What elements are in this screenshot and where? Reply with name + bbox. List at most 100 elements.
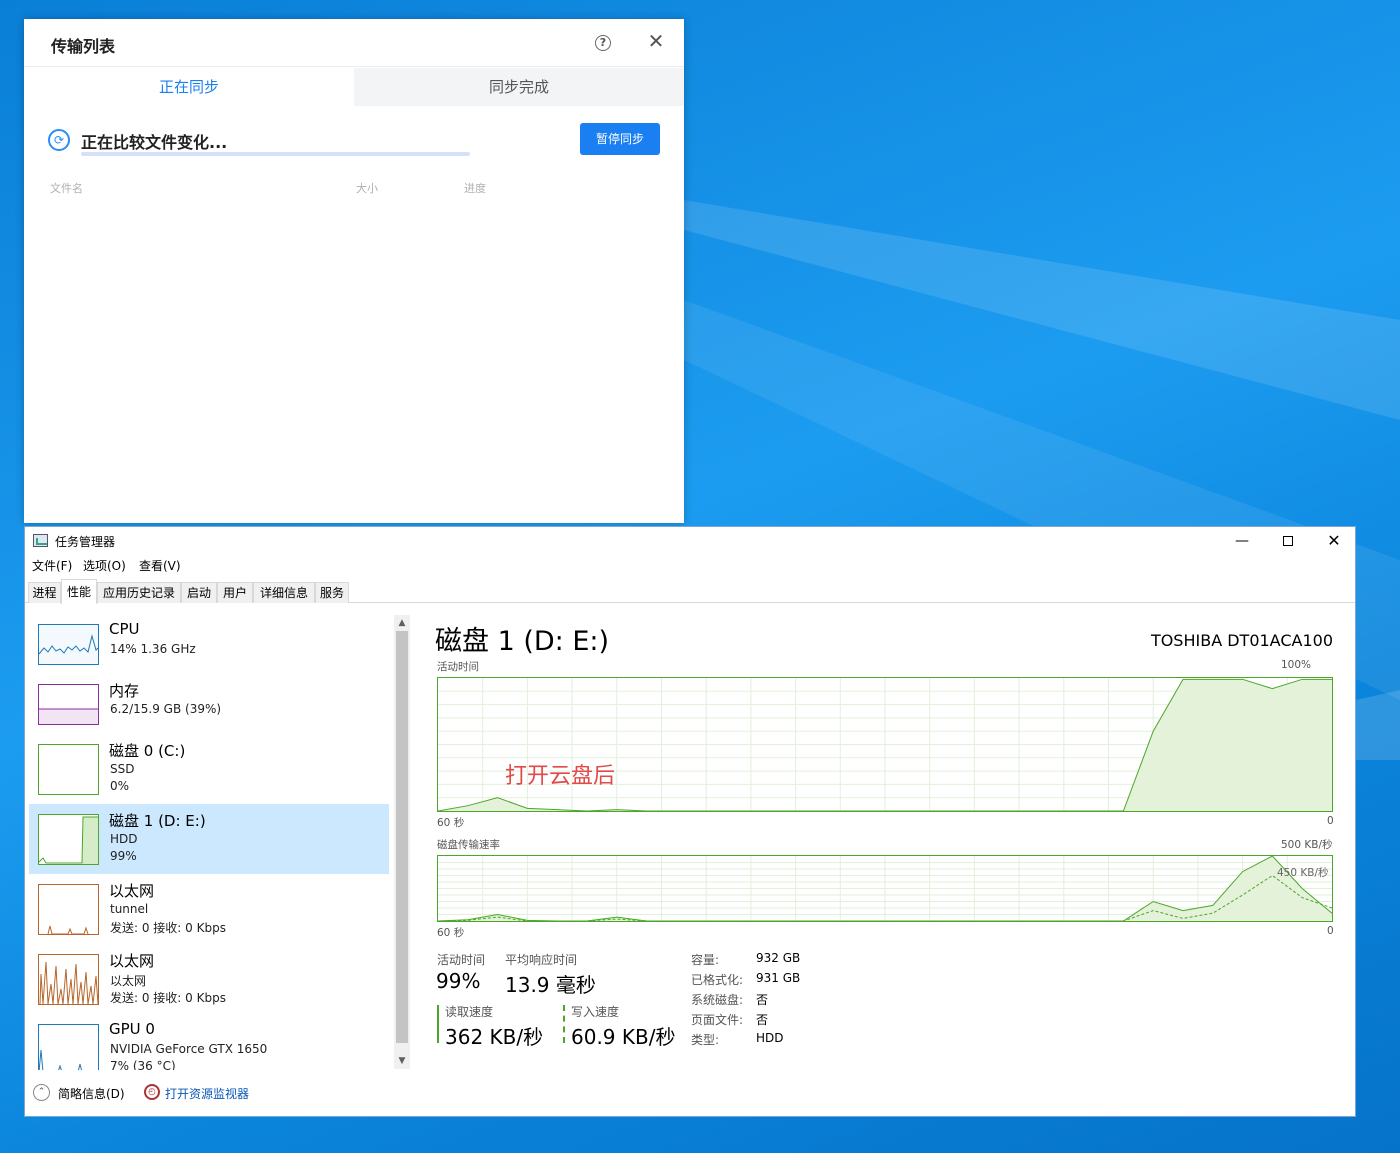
open-resource-monitor-link[interactable]: 打开资源监视器: [165, 1085, 249, 1102]
tab-app-history[interactable]: 应用历史记录: [97, 582, 181, 603]
sidebar-item-gpu[interactable]: GPU 0 NVIDIA GeForce GTX 1650 7% (36 °C): [29, 1014, 389, 1070]
close-button[interactable]: ✕: [1311, 527, 1357, 555]
transfer-list-window: 传输列表 ? ✕ 正在同步 同步完成 ⟳ 正在比较文件变化... 暂停同步 文件…: [24, 19, 684, 523]
task-manager-icon: [33, 534, 48, 547]
window-title: 任务管理器: [55, 535, 116, 549]
info-key-capacity: 容量:: [691, 953, 720, 967]
disk-model: TOSHIBA DT01ACA100: [1150, 631, 1333, 650]
sidebar-item-detail: 以太网: [110, 974, 147, 988]
sidebar-item-detail: 6.2/15.9 GB (39%): [110, 702, 222, 716]
sidebar-scrollbar[interactable]: ▲ ▼: [394, 615, 410, 1069]
transfer-rate-chart: [437, 855, 1333, 922]
info-key-formatted: 已格式化:: [691, 973, 744, 987]
scroll-thumb[interactable]: [396, 631, 408, 1043]
read-speed-indicator: [437, 1005, 439, 1043]
tab-syncing[interactable]: 正在同步: [24, 68, 354, 106]
tab-details[interactable]: 详细信息: [253, 582, 315, 603]
sidebar-item-name: 以太网: [109, 952, 155, 970]
write-speed-indicator: [563, 1005, 565, 1043]
maximize-button[interactable]: [1265, 527, 1311, 555]
transfer-chart-mid-label: 450 KB/秒: [1277, 867, 1329, 879]
transfer-chart-left-axis: 60 秒: [437, 927, 465, 939]
minimize-button[interactable]: —: [1219, 527, 1265, 555]
sidebar-item-name: 以太网: [109, 882, 155, 900]
sidebar-item-name: 磁盘 0 (C:): [109, 742, 186, 760]
info-key-system-disk: 系统磁盘:: [691, 993, 744, 1007]
sidebar-item-detail: NVIDIA GeForce GTX 1650: [110, 1042, 268, 1056]
scroll-up-icon[interactable]: ▲: [394, 615, 410, 631]
activity-chart-max: 100%: [1281, 659, 1312, 671]
disk-1-thumbnail: [38, 814, 99, 865]
sidebar-item-throughput: 发送: 0 接收: 0 Kbps: [110, 921, 226, 935]
disk-0-thumbnail: [38, 744, 99, 795]
info-value-capacity: 932 GB: [756, 951, 801, 965]
disk-title: 磁盘 1 (D: E:): [435, 626, 610, 657]
sidebar-item-detail: HDD: [110, 832, 138, 846]
sidebar-item-throughput: 发送: 0 接收: 0 Kbps: [110, 991, 226, 1005]
info-value-page-file: 否: [756, 1013, 769, 1027]
sidebar-item-detail: 14% 1.36 GHz: [110, 642, 196, 656]
active-time-value: 99%: [436, 969, 481, 993]
info-key-page-file: 页面文件:: [691, 1013, 744, 1027]
tab-processes[interactable]: 进程: [28, 582, 61, 603]
write-speed-value: 60.9 KB/秒: [571, 1025, 676, 1049]
column-header-size[interactable]: 大小: [356, 180, 378, 196]
tab-bar: 进程 性能 应用历史记录 启动 用户 详细信息 服务: [25, 579, 1355, 604]
read-speed-value: 362 KB/秒: [445, 1025, 544, 1049]
transfer-window-header: 传输列表 ? ✕: [24, 19, 684, 67]
sidebar-item-disk-0[interactable]: 磁盘 0 (C:) SSD 0%: [29, 734, 389, 804]
activity-chart-right-axis: 0: [1327, 815, 1334, 827]
scroll-down-icon[interactable]: ▼: [394, 1053, 410, 1069]
ethernet-tunnel-thumbnail: [38, 884, 99, 935]
gpu-thumbnail: [38, 1024, 99, 1070]
info-value-type: HDD: [756, 1031, 784, 1045]
memory-thumbnail: [38, 684, 99, 725]
column-header-progress[interactable]: 进度: [464, 180, 486, 196]
transfer-chart-right-axis: 0: [1327, 925, 1334, 937]
sidebar-item-detail: tunnel: [110, 902, 149, 916]
task-manager-window: 任务管理器 — ✕ 文件(F) 选项(O) 查看(V) 进程 性能 应用历史记录…: [24, 526, 1356, 1117]
transfer-chart-max: 500 KB/秒: [1281, 839, 1333, 851]
sidebar-item-name: 内存: [109, 682, 140, 700]
sidebar-item-name: 磁盘 1 (D: E:): [109, 812, 206, 830]
info-value-formatted: 931 GB: [756, 971, 801, 985]
sidebar-item-usage: 7% (36 °C): [110, 1059, 176, 1070]
chevron-up-icon[interactable]: ⌃: [33, 1084, 50, 1101]
sidebar-item-disk-1[interactable]: 磁盘 1 (D: E:) HDD 99%: [29, 804, 389, 874]
active-time-label: 活动时间: [437, 953, 486, 967]
title-bar[interactable]: 任务管理器 — ✕: [25, 527, 1355, 555]
help-icon[interactable]: ?: [595, 35, 611, 51]
maximize-icon: [1283, 536, 1293, 546]
fewer-details-button[interactable]: 简略信息(D): [58, 1085, 125, 1102]
tab-users[interactable]: 用户: [217, 582, 253, 603]
sidebar-item-name: CPU: [109, 620, 140, 638]
info-key-type: 类型:: [691, 1033, 720, 1047]
menu-options[interactable]: 选项(O): [83, 557, 126, 574]
annotation-text: 打开云盘后: [505, 764, 616, 789]
sync-status-text: 正在比较文件变化...: [81, 133, 228, 152]
sidebar-item-ethernet-tunnel[interactable]: 以太网 tunnel 发送: 0 接收: 0 Kbps: [29, 874, 389, 944]
sidebar-item-ethernet[interactable]: 以太网 以太网 发送: 0 接收: 0 Kbps: [29, 944, 389, 1014]
menu-view[interactable]: 查看(V): [139, 557, 181, 574]
activity-chart-left-axis: 60 秒: [437, 817, 465, 829]
pause-sync-button[interactable]: 暂停同步: [580, 123, 660, 155]
tab-startup[interactable]: 启动: [181, 582, 217, 603]
transfer-chart-label: 磁盘传输速率: [437, 839, 500, 851]
info-value-system-disk: 否: [756, 993, 769, 1007]
read-speed-label: 读取速度: [445, 1005, 494, 1019]
menu-file[interactable]: 文件(F): [32, 557, 72, 574]
avg-response-label: 平均响应时间: [505, 953, 578, 967]
resource-monitor-icon: ◴: [144, 1084, 160, 1100]
close-icon[interactable]: ✕: [646, 31, 666, 51]
sidebar-item-usage: 0%: [110, 779, 130, 793]
column-header-filename[interactable]: 文件名: [50, 180, 83, 196]
cpu-thumbnail: [38, 624, 99, 665]
avg-response-value: 13.9 毫秒: [505, 973, 596, 997]
sync-progress-bar: [81, 152, 470, 156]
tab-sync-complete[interactable]: 同步完成: [354, 68, 684, 106]
sync-icon: ⟳: [48, 129, 70, 151]
activity-chart-label: 活动时间: [437, 661, 479, 673]
tab-performance[interactable]: 性能: [61, 579, 97, 604]
tab-services[interactable]: 服务: [315, 582, 349, 603]
sidebar-item-name: GPU 0: [109, 1020, 155, 1038]
